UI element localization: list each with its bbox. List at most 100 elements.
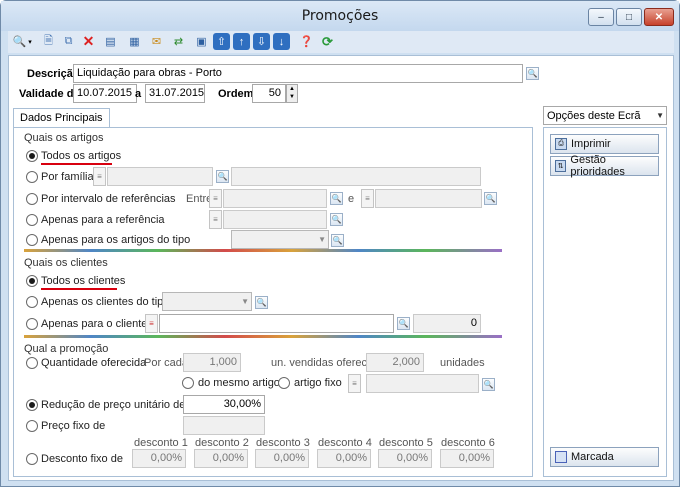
opcoes-ecra-select[interactable]: Opções deste Ecrã ▼	[543, 106, 667, 125]
cliente-list-icon[interactable]: ≡	[145, 314, 158, 333]
validade-to-input[interactable]: 31.07.2015	[145, 84, 205, 103]
reducao-input[interactable]: 30,00%	[183, 395, 265, 414]
move-down-icon[interactable]: ⇩	[253, 33, 270, 50]
artigo-fixo-list-icon[interactable]: ≡	[348, 374, 361, 393]
minimize-button[interactable]: –	[588, 8, 614, 26]
apenas-cliente-radio[interactable]	[26, 318, 38, 330]
por-intervalo-radio[interactable]	[26, 193, 38, 205]
new-document-icon[interactable]: 🗎	[40, 33, 57, 50]
todos-artigos-radio[interactable]	[26, 150, 38, 162]
apenas-referencia-label[interactable]: Apenas para a referência	[41, 214, 165, 226]
refresh-icon[interactable]: ⇄	[170, 33, 187, 50]
descricao-lookup-icon[interactable]: 🔍	[526, 67, 539, 80]
por-familia-label[interactable]: Por família	[41, 171, 94, 183]
quantidade-radio[interactable]	[26, 357, 38, 369]
e-label: e	[348, 193, 355, 205]
entre-input[interactable]	[223, 189, 327, 208]
properties-icon[interactable]: ▤	[102, 33, 119, 50]
preco-fixo-input[interactable]	[183, 416, 265, 435]
entre-list-icon[interactable]: ≡	[209, 189, 222, 208]
marcada-button[interactable]: Marcada	[550, 447, 659, 467]
chevron-down-icon: ▼	[318, 235, 326, 244]
todos-clientes-label[interactable]: Todos os clientes	[41, 275, 125, 287]
side-panel	[543, 127, 667, 477]
artigo-fixo-label[interactable]: artigo fixo	[294, 377, 342, 389]
ordem-spinner[interactable]: ▲ ▼	[286, 84, 298, 103]
familia-input[interactable]	[107, 167, 213, 186]
delete-icon[interactable]: ✕	[80, 33, 97, 50]
artigo-fixo-lookup-icon[interactable]: 🔍	[482, 378, 495, 391]
por-cada-input[interactable]: 1,000	[183, 353, 241, 372]
artigos-tipo-label[interactable]: Apenas para os artigos do tipo	[41, 234, 190, 246]
sync-icon[interactable]: ⟳	[319, 33, 336, 50]
desconto-3-label: desconto 3	[256, 437, 310, 449]
move-up-icon[interactable]: ⇧	[213, 33, 230, 50]
artigo-fixo-input[interactable]	[366, 374, 479, 393]
preview-icon[interactable]: ▣	[193, 33, 210, 50]
clientes-tipo-label[interactable]: Apenas os clientes do tipo	[41, 296, 169, 308]
referencia-input[interactable]	[223, 210, 327, 229]
clientes-tipo-select[interactable]: ▼	[162, 292, 252, 311]
last-icon[interactable]: ↓	[273, 33, 290, 50]
entre-lookup-icon[interactable]: 🔍	[330, 192, 343, 205]
desconto-3-input[interactable]: 0,00%	[255, 449, 309, 468]
maximize-button[interactable]: □	[616, 8, 642, 26]
familia-lookup-icon[interactable]: 🔍	[216, 170, 229, 183]
mesmo-artigo-radio[interactable]	[182, 377, 194, 389]
todos-artigos-label[interactable]: Todos os artigos	[41, 150, 121, 162]
reducao-radio[interactable]	[26, 399, 38, 411]
familia-list-icon[interactable]: ≡	[93, 167, 106, 186]
cliente-lookup-icon[interactable]: 🔍	[397, 317, 410, 330]
clientes-tipo-lookup-icon[interactable]: 🔍	[255, 296, 268, 309]
grid-icon[interactable]: ▦	[126, 33, 143, 50]
desconto-1-input[interactable]: 0,00%	[132, 449, 186, 468]
oferece-input[interactable]: 2,000	[366, 353, 424, 372]
opcoes-ecra-label: Opções deste Ecrã	[547, 110, 641, 122]
help-icon[interactable]: ❓	[298, 33, 315, 50]
e-input[interactable]	[375, 189, 482, 208]
spin-up-icon[interactable]: ▲	[287, 85, 297, 93]
quantidade-label[interactable]: Quantidade oferecida	[41, 357, 146, 369]
artigos-tipo-radio[interactable]	[26, 234, 38, 246]
close-button[interactable]: ✕	[644, 8, 674, 26]
ordem-input[interactable]: 50	[252, 84, 286, 103]
clientes-tipo-radio[interactable]	[26, 296, 38, 308]
apenas-referencia-radio[interactable]	[26, 214, 38, 226]
validade-from-input[interactable]: 10.07.2015	[73, 84, 137, 103]
referencia-lookup-icon[interactable]: 🔍	[330, 213, 343, 226]
cliente-input[interactable]	[159, 314, 394, 333]
preco-fixo-label[interactable]: Preço fixo de	[41, 420, 105, 432]
referencia-list-icon[interactable]: ≡	[209, 210, 222, 229]
desconto-6-input[interactable]: 0,00%	[440, 449, 494, 468]
desconto-4-input[interactable]: 0,00%	[317, 449, 371, 468]
tab-dados-principais[interactable]: Dados Principais	[13, 108, 110, 128]
first-icon[interactable]: ↑	[233, 33, 250, 50]
apenas-cliente-label[interactable]: Apenas para o cliente	[41, 318, 147, 330]
preco-fixo-radio[interactable]	[26, 420, 38, 432]
mesmo-artigo-label[interactable]: do mesmo artigo	[198, 377, 280, 389]
artigo-fixo-radio[interactable]	[278, 377, 290, 389]
desconto-2-input[interactable]: 0,00%	[194, 449, 248, 468]
desconto-4-label: desconto 4	[318, 437, 372, 449]
chevron-down-icon: ▼	[656, 111, 664, 120]
spin-down-icon[interactable]: ▼	[287, 93, 297, 101]
desconto-5-input[interactable]: 0,00%	[378, 449, 432, 468]
artigos-tipo-select[interactable]: ▼	[231, 230, 329, 249]
por-familia-radio[interactable]	[26, 171, 38, 183]
artigos-tipo-lookup-icon[interactable]: 🔍	[331, 234, 344, 247]
gestao-prioridades-button[interactable]: ⇅ Gestão prioridades	[550, 154, 659, 178]
e-lookup-icon[interactable]: 🔍	[484, 192, 497, 205]
todos-artigos-underline	[41, 163, 112, 165]
reducao-label[interactable]: Redução de preço unitário de	[41, 399, 185, 411]
copy-icon[interactable]: ⧉	[60, 33, 77, 50]
imprimir-button[interactable]: ⎙ Imprimir	[550, 134, 659, 154]
descricao-input[interactable]: Liquidação para obras - Porto	[73, 64, 523, 83]
cliente-count: 0	[413, 314, 481, 333]
dropdown-arrow-icon[interactable]: ▾	[26, 33, 34, 50]
e-list-icon[interactable]: ≡	[361, 189, 374, 208]
todos-clientes-radio[interactable]	[26, 275, 38, 287]
por-intervalo-label[interactable]: Por intervalo de referências	[41, 193, 176, 205]
email-icon[interactable]: ✉	[148, 33, 165, 50]
desconto-fixo-label[interactable]: Desconto fixo de	[41, 453, 123, 465]
desconto-fixo-radio[interactable]	[26, 453, 38, 465]
